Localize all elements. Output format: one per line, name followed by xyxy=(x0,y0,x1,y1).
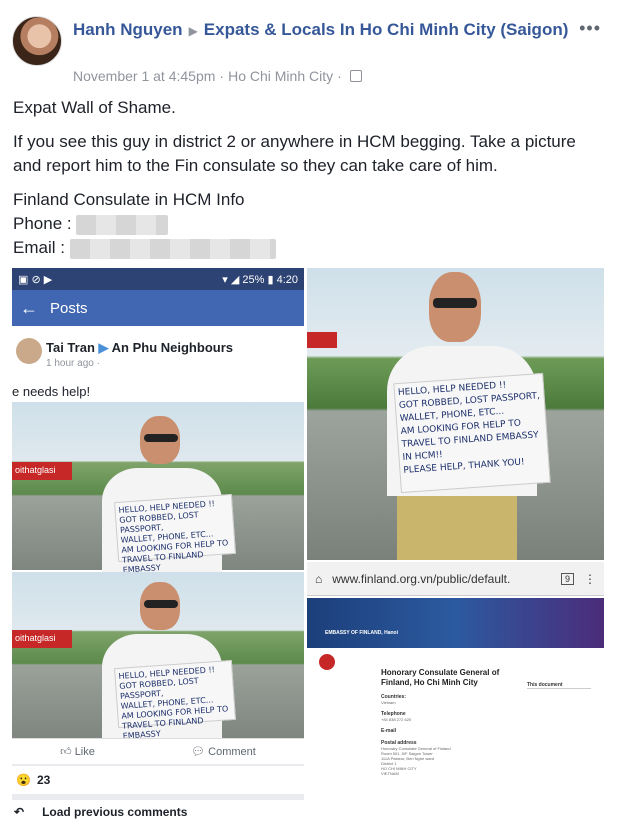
arrow-right-icon: ▶ xyxy=(98,340,109,355)
post-line: Finland Consulate in HCM Info xyxy=(13,190,245,209)
comment-icon: 💬︎ xyxy=(191,746,206,758)
cardboard-sign: HELLO, HELP NEEDED !! GOT ROBBED, LOST PA… xyxy=(393,372,551,494)
post-body: Expat Wall of Shame. If you see this guy… xyxy=(13,96,608,260)
phone-photo-bottom[interactable]: oithatglasi HELLO, HELP NEEDED !! GOT ROB… xyxy=(12,572,304,744)
more-options-icon[interactable]: ••• xyxy=(579,18,601,39)
reactions-row[interactable]: 😮 23 xyxy=(12,766,304,794)
poster-group[interactable]: An Phu Neighbours xyxy=(112,340,233,355)
photo-man-with-sign[interactable]: HELLO, HELP NEEDED !! GOT ROBBED, LOST PA… xyxy=(307,268,604,560)
countries-value: Vietnam xyxy=(381,700,396,705)
cardboard-sign: HELLO, HELP NEEDED !! GOT ROBBED, LOST PA… xyxy=(114,659,236,741)
phone-status-bar: ▣ ⊘ ▶ ▾ ◢ 25% ▮ 4:20 xyxy=(12,268,304,290)
app-bar-title: Posts xyxy=(50,299,88,317)
clock: 4:20 xyxy=(276,273,298,286)
consulate-page-title: Honorary Consulate General of Finland, H… xyxy=(381,668,500,687)
photo-browser-screenshot[interactable]: ⌂ www.finland.org.vn/public/default. 9 ⋮… xyxy=(307,562,604,824)
embassy-logo xyxy=(319,654,335,670)
phone-label: Phone : xyxy=(13,214,72,233)
battery-level: 25% xyxy=(242,273,265,286)
comment-button[interactable]: 💬︎ Comment xyxy=(191,745,256,758)
email-row: Email : xyxy=(13,236,608,260)
email-label: Email : xyxy=(13,238,65,257)
reaction-count: 23 xyxy=(36,773,51,787)
post-actions: 👍︎ Like 💬︎ Comment xyxy=(12,738,304,764)
phone-redacted xyxy=(76,214,169,235)
url-text[interactable]: www.finland.org.vn/public/default. xyxy=(332,572,551,586)
audience-icon xyxy=(349,70,362,82)
shop-banner: oithatglasi xyxy=(12,630,72,648)
phone-photo-top[interactable]: oithatglasi HELLO, HELP NEEDED !! GOT ROB… xyxy=(12,402,304,578)
thumbs-up-icon: 👍︎ xyxy=(60,746,72,758)
home-icon[interactable]: ⌂ xyxy=(315,572,322,586)
poster-name[interactable]: Tai Tran xyxy=(46,340,95,355)
post-line: If you see this guy in district 2 or any… xyxy=(13,132,576,175)
cardboard-sign: HELLO, HELP NEEDED !! GOT ROBBED, LOST PA… xyxy=(114,493,236,575)
poster-line: Tai Tran ▶ An Phu Neighbours xyxy=(46,340,233,356)
author-avatar[interactable] xyxy=(12,16,62,66)
post-location[interactable]: Ho Chi Minh City xyxy=(228,68,333,84)
menu-icon[interactable]: ⋮ xyxy=(584,572,596,586)
poster-time: 1 hour ago · xyxy=(46,358,100,369)
arrow-right-icon: ▶ xyxy=(188,24,198,38)
man-figure: HELLO, HELP NEEDED !! GOT ROBBED, LOST PA… xyxy=(102,582,262,744)
site-main-content: Honorary Consulate General of Finland, H… xyxy=(381,648,521,824)
shop-banner: oithatglasi xyxy=(12,462,72,480)
embassy-title: EMBASSY OF FINLAND, Hanoi xyxy=(325,630,398,636)
like-button[interactable]: 👍︎ Like xyxy=(60,745,95,758)
status-icons: ▣ ⊘ ▶ xyxy=(18,273,53,286)
phone-row: Phone : xyxy=(13,212,608,236)
post-line: Expat Wall of Shame. xyxy=(13,98,176,117)
tabs-count[interactable]: 9 xyxy=(560,572,574,585)
photo-grid: ▣ ⊘ ▶ ▾ ◢ 25% ▮ 4:20 ← Posts Tai Tran ▶ … xyxy=(12,268,604,824)
post-meta: November 1 at 4:45pm · Ho Chi Minh City … xyxy=(73,68,362,84)
photo-phone-screenshot[interactable]: ▣ ⊘ ▶ ▾ ◢ 25% ▮ 4:20 ← Posts Tai Tran ▶ … xyxy=(12,268,304,824)
back-arrow-icon[interactable]: ← xyxy=(20,298,38,319)
email-redacted xyxy=(69,238,276,259)
browser-address-bar: ⌂ www.finland.org.vn/public/default. 9 ⋮ xyxy=(307,562,604,596)
phone-app-bar: ← Posts xyxy=(12,290,304,326)
poster-avatar[interactable] xyxy=(16,338,42,364)
site-sidebar xyxy=(319,648,379,824)
post-date[interactable]: November 1 at 4:45pm xyxy=(73,68,215,84)
author-name[interactable]: Hanh Nguyen xyxy=(73,20,183,39)
load-previous-comments[interactable]: ↶ Load previous comments xyxy=(12,800,304,824)
shared-post-text: e needs help! xyxy=(12,384,91,399)
shop-banner xyxy=(307,332,337,348)
man-figure: HELLO, HELP NEEDED !! GOT ROBBED, LOST PA… xyxy=(367,268,607,560)
man-figure: HELLO, HELP NEEDED !! GOT ROBBED, LOST PA… xyxy=(102,416,262,578)
site-banner: EMBASSY OF FINLAND, Hanoi xyxy=(307,598,604,648)
post-header: Hanh Nguyen ▶ Expats & Locals In Ho Chi Mi… xyxy=(0,0,617,92)
reply-arrow-icon: ↶ xyxy=(14,805,25,819)
telephone-value: +84 838 272 620 xyxy=(381,717,412,722)
this-document-label: This document xyxy=(527,682,591,689)
reaction-icons: 😮 xyxy=(16,773,31,787)
post-author-line: Hanh Nguyen ▶ Expats & Locals In Ho Chi Mi… xyxy=(73,18,593,43)
email-label: E-mail xyxy=(381,728,397,734)
group-name[interactable]: Expats & Locals In Ho Chi Minh City (Sai… xyxy=(204,20,569,39)
